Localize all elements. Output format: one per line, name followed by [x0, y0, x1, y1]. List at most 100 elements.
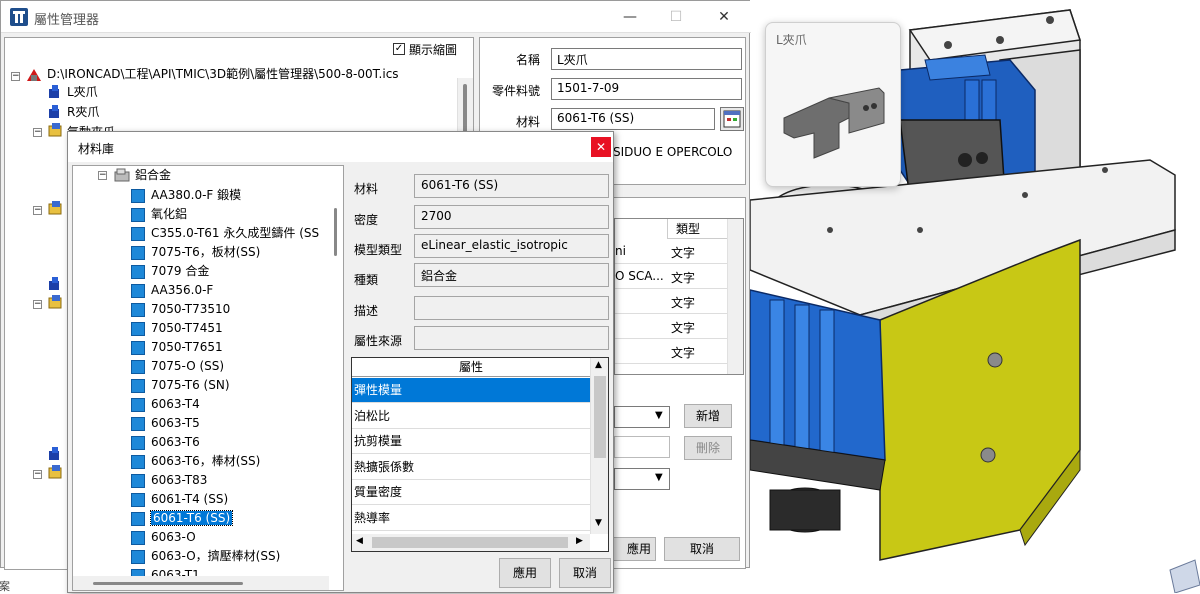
material-scroll-thumb[interactable]	[334, 208, 337, 256]
material-field[interactable]: 6061-T6 (SS)	[551, 108, 715, 130]
property-list-item[interactable]: 彈性模量	[352, 378, 590, 403]
material-item-label: 7079 合金	[151, 264, 210, 278]
material-item-label: 7075-O (SS)	[151, 359, 225, 373]
name-field[interactable]: L夾爪	[551, 48, 742, 70]
type-column-header: 類型	[667, 219, 727, 239]
material-item-label: AA356.0-F	[151, 283, 214, 297]
part-number-field[interactable]: 1501-7-09	[551, 78, 742, 100]
material-item-label: 氧化鋁	[151, 207, 188, 221]
dialog-close-button[interactable]: ✕	[591, 137, 611, 157]
dlg-cancel-button[interactable]: 取消	[559, 558, 611, 588]
scroll-up-icon[interactable]: ▲	[595, 360, 602, 370]
show-thumbnail-checkbox[interactable]: ✓	[393, 43, 405, 55]
tree-root-path[interactable]: D:\IRONCAD\工程\API\TMIC\3D範例\屬性管理器\500-8-…	[47, 65, 399, 84]
table-row[interactable]: O SCA... 文字	[615, 264, 727, 289]
material-item[interactable]: 6063-T6，棒材(SS)	[131, 452, 260, 471]
thumbnail-popup: L夾爪	[765, 22, 901, 187]
dialog-title-bar[interactable]: 材料庫 ✕	[68, 132, 613, 162]
model-type-label: 模型類型	[354, 243, 403, 257]
material-group-label[interactable]: 鋁合金	[135, 166, 171, 185]
property-list-item[interactable]: 熱擴張係數	[352, 455, 590, 480]
expand-icon[interactable]: −	[33, 128, 42, 137]
material-item[interactable]: 6061-T4 (SS)	[131, 490, 228, 509]
material-cube-icon	[131, 321, 145, 336]
window-title: 屬性管理器	[34, 13, 100, 28]
property-hscroll-thumb[interactable]	[372, 537, 568, 548]
type-combobox[interactable]: ▼	[614, 406, 670, 428]
material-item[interactable]: 6061-T6 (SS)	[131, 509, 234, 528]
table-row[interactable]: 文字	[615, 289, 727, 314]
thumbnail-title: L夾爪	[776, 33, 807, 47]
expand-group-icon[interactable]: −	[98, 171, 107, 180]
material-cube-icon	[131, 416, 145, 431]
scroll-left-icon[interactable]: ◀	[356, 536, 363, 546]
tree-item-l-gripper[interactable]: L夾爪	[67, 83, 98, 102]
unit-combobox[interactable]: ▼	[614, 468, 670, 490]
material-item[interactable]: 7050-T7651	[131, 338, 223, 357]
close-button[interactable]: ✕	[701, 1, 747, 33]
material-tree-vscrollbar[interactable]	[329, 206, 343, 576]
property-list-item[interactable]: 抗剪模量	[352, 429, 590, 454]
table-row[interactable]: ni 文字	[615, 239, 727, 264]
tree-scroll-thumb[interactable]	[463, 84, 467, 134]
scroll-right-icon[interactable]: ▶	[576, 536, 583, 546]
material-item[interactable]: 7079 合金	[131, 262, 209, 281]
dlg-material-value: 6061-T6 (SS)	[414, 174, 609, 198]
cancel-button[interactable]: 取消	[664, 537, 740, 561]
material-item[interactable]: 6063-T6	[131, 433, 200, 452]
material-cube-icon	[131, 530, 145, 545]
maximize-button[interactable]: ☐	[653, 1, 699, 33]
property-list-vscrollbar[interactable]: ▲ ▼	[590, 358, 608, 534]
status-bar-text: 檔案	[0, 580, 10, 593]
material-item[interactable]: 6063-O，擠壓棒材(SS)	[131, 547, 280, 566]
material-item[interactable]: 7075-T6，板材(SS)	[131, 243, 260, 262]
show-thumbnail-label: 顯示縮圖	[409, 43, 458, 57]
expand-icon[interactable]: −	[33, 300, 42, 309]
material-item[interactable]: 7075-T6 (SN)	[131, 376, 230, 395]
material-cube-icon	[131, 302, 145, 317]
material-cube-icon	[131, 378, 145, 393]
property-scroll-thumb[interactable]	[594, 376, 606, 458]
material-library-button[interactable]	[720, 107, 744, 131]
material-item[interactable]: C355.0-T61 永久成型鑄件 (SS	[131, 224, 319, 243]
expand-icon[interactable]: −	[33, 206, 42, 215]
expand-icon[interactable]: −	[33, 470, 42, 479]
material-item[interactable]: 氧化鋁	[131, 205, 187, 224]
table-scrollbar[interactable]	[727, 219, 743, 374]
material-cube-icon	[131, 188, 145, 203]
part-icon	[49, 277, 59, 290]
table-row[interactable]: 文字	[615, 314, 727, 339]
material-item-label: 6063-T5	[151, 416, 200, 430]
tree-item-r-gripper[interactable]: R夾爪	[67, 103, 99, 122]
material-tree-hscrollbar[interactable]	[73, 576, 329, 590]
expand-root-icon[interactable]: −	[11, 72, 20, 81]
part-icon	[49, 447, 59, 460]
material-item[interactable]: 7050-T7451	[131, 319, 223, 338]
category-value: 鋁合金	[414, 263, 609, 287]
property-list-item[interactable]: 熱導率	[352, 506, 590, 531]
table-row[interactable]: 文字	[615, 339, 727, 364]
material-item[interactable]: 7075-O (SS)	[131, 357, 224, 376]
material-item[interactable]: 6063-T4	[131, 395, 200, 414]
value-field[interactable]	[614, 436, 670, 458]
material-cube-icon	[131, 397, 145, 412]
material-item[interactable]: AA380.0-F 鍛模	[131, 186, 241, 205]
delete-button[interactable]: 刪除	[684, 436, 732, 460]
property-list-hscrollbar[interactable]: ◀ ▶	[352, 534, 590, 551]
material-item[interactable]: 6063-T83	[131, 471, 207, 490]
material-item-label: AA380.0-F 鍛模	[151, 188, 242, 202]
chevron-down-icon: ▼	[655, 472, 663, 483]
minimize-button[interactable]: —	[607, 1, 653, 33]
material-hscroll-thumb[interactable]	[93, 582, 243, 585]
material-item[interactable]: 7050-T73510	[131, 300, 230, 319]
material-cube-icon	[131, 454, 145, 469]
material-item[interactable]: 6063-O	[131, 528, 196, 547]
dlg-apply-button[interactable]: 應用	[499, 558, 551, 588]
property-list-item[interactable]: 質量密度	[352, 480, 590, 505]
add-button[interactable]: 新增	[684, 404, 732, 428]
property-list-item[interactable]: 泊松比	[352, 404, 590, 429]
scroll-down-icon[interactable]: ▼	[595, 518, 602, 528]
material-item[interactable]: 6063-T5	[131, 414, 200, 433]
title-bar[interactable]: 屬性管理器 — ☐ ✕	[1, 1, 751, 33]
material-item[interactable]: AA356.0-F	[131, 281, 213, 300]
